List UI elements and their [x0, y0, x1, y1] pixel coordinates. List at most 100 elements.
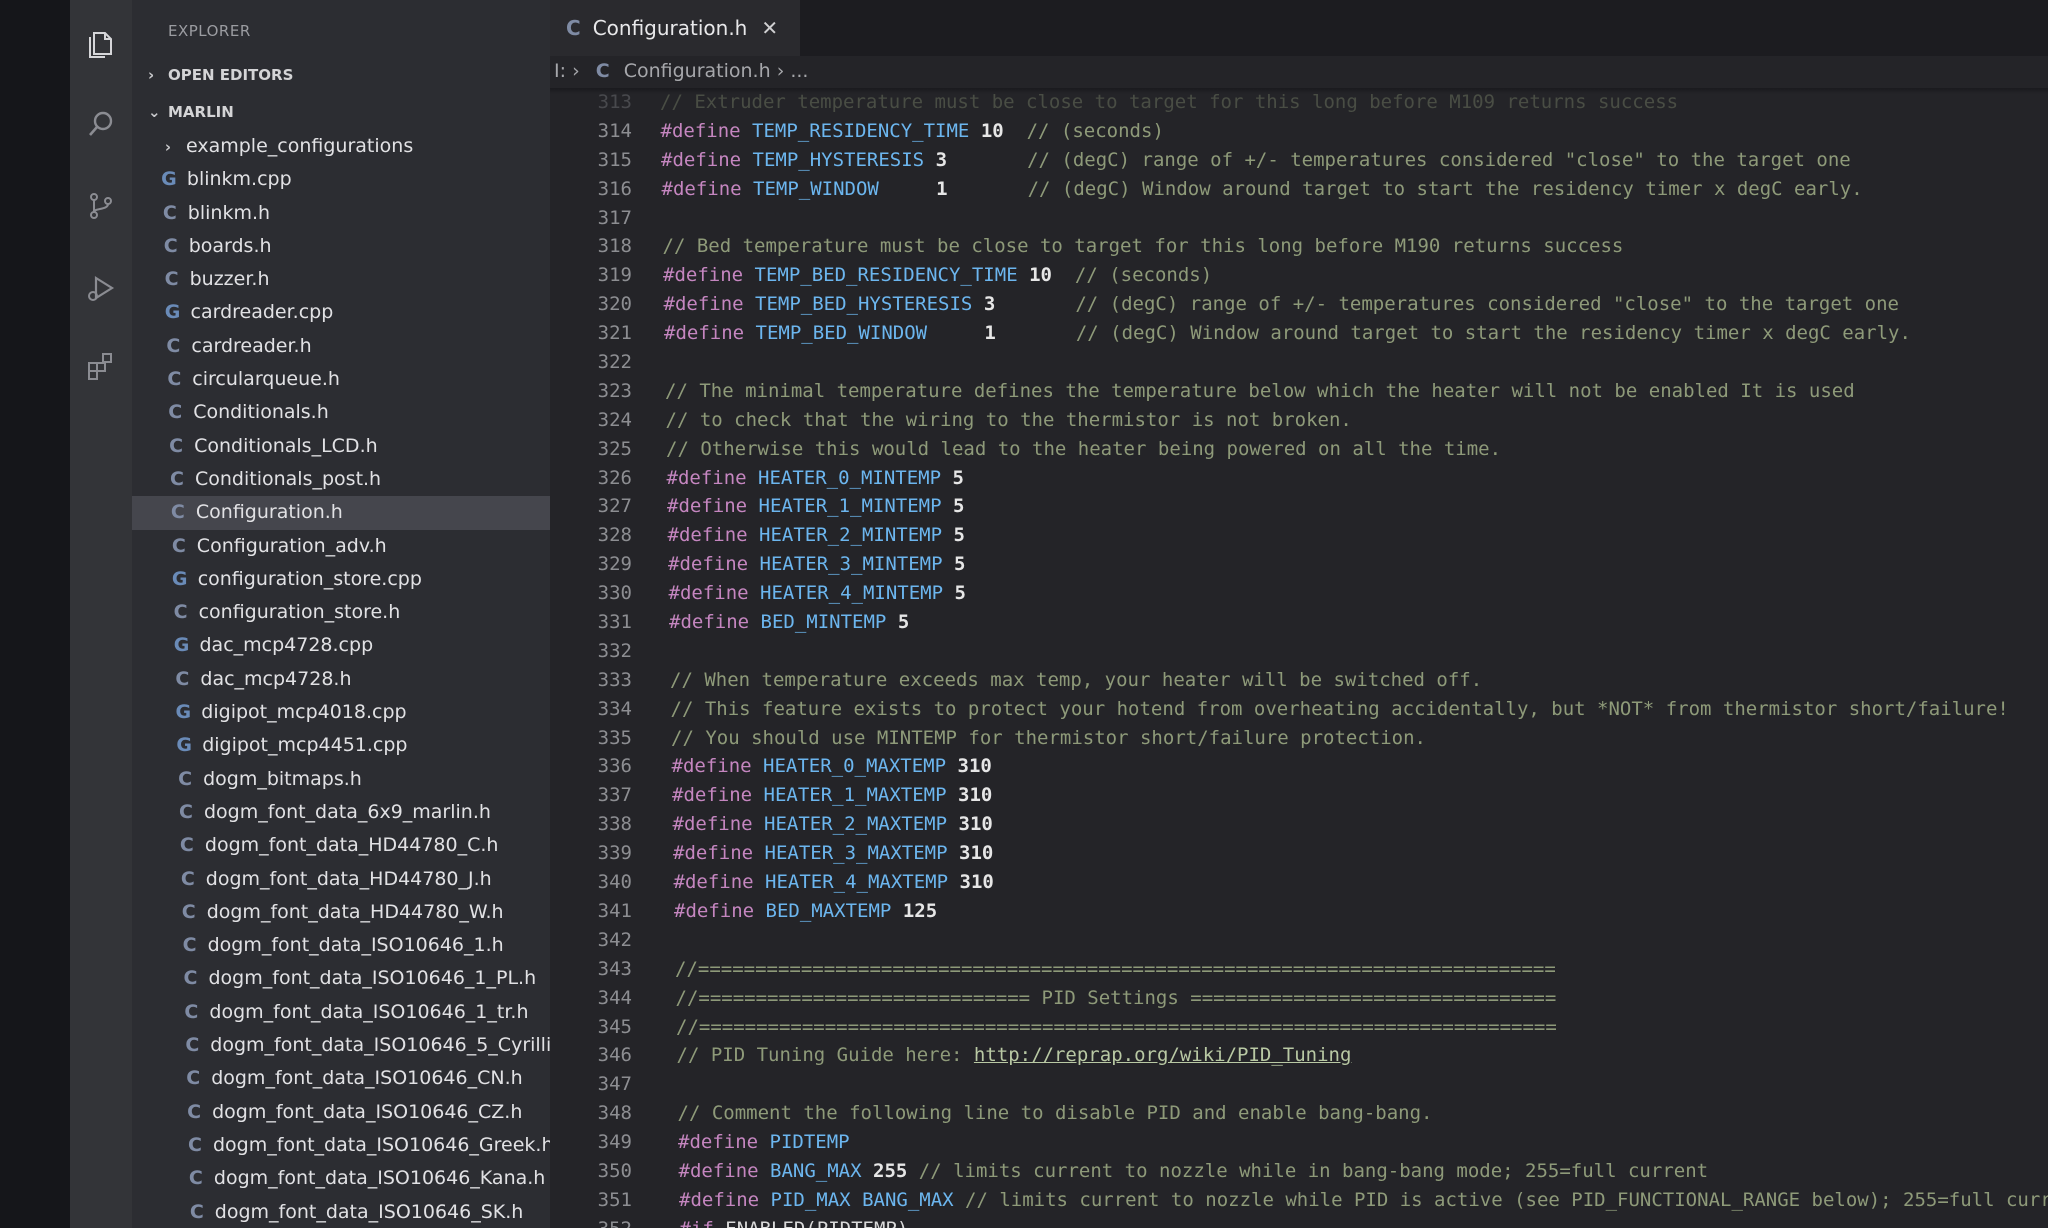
file-name: digipot_mcp4451.cpp	[202, 734, 408, 757]
line-number: 328	[597, 524, 632, 547]
code-text: // When temperature exceeds max temp, yo…	[670, 669, 1482, 691]
file-name: dogm_font_data_ISO10646_CN.h	[211, 1067, 523, 1090]
code-token: 310	[958, 784, 993, 807]
file-item[interactable]: Cbuzzer.h	[132, 263, 550, 296]
code-token: #define	[674, 899, 755, 922]
code-line: 328 #define HEATER_2_MINTEMP 5	[550, 521, 2048, 550]
file-item[interactable]: Cdogm_font_data_ISO10646_Greek.h	[132, 1129, 550, 1162]
code-token: // (degC) Window around target to start …	[1075, 322, 1911, 345]
code-token: // Otherwise this would lead to the heat…	[666, 437, 1502, 460]
line-number: 325	[597, 437, 632, 460]
file-name: dogm_font_data_HD44780_J.h	[205, 867, 492, 890]
search-icon[interactable]	[85, 108, 117, 140]
line-number: 346	[597, 1044, 632, 1067]
file-item[interactable]: Gdigipot_mcp4018.cpp	[132, 696, 550, 729]
file-item[interactable]: Ccardreader.h	[132, 330, 550, 363]
marlin-folder-section[interactable]: ⌄ MARLIN	[148, 103, 234, 121]
file-item[interactable]: Cdogm_font_data_ISO10646_Kana.h	[132, 1162, 550, 1195]
breadcrumb-file[interactable]: Configuration.h	[624, 60, 771, 82]
file-item[interactable]: Cdogm_font_data_6x9_marlin.h	[132, 796, 550, 829]
file-name: Conditionals.h	[193, 401, 329, 424]
code-token: #define	[673, 842, 754, 865]
code-token: HEATER_1_MINTEMP	[758, 495, 942, 518]
code-text: #define HEATER_2_MINTEMP 5	[668, 524, 965, 546]
code-line: 345 //===================================…	[550, 1013, 2048, 1042]
file-item[interactable]: Cdogm_font_data_ISO10646_1_tr.h	[132, 996, 550, 1029]
pid-tuning-link[interactable]: http://reprap.org/wiki/PID_Tuning	[974, 1044, 1352, 1066]
editor-area: C Configuration.h ✕ I: › C Configuration…	[550, 0, 2048, 1228]
file-item[interactable]: Gblinkm.cpp	[132, 163, 550, 196]
chevron-right-icon: ›	[164, 138, 172, 156]
breadcrumb-root[interactable]: I:	[554, 60, 566, 82]
line-number: 322	[597, 351, 632, 374]
file-item[interactable]: Gdac_mcp4728.cpp	[132, 629, 550, 662]
file-item[interactable]: C Conditionals_LCD.h	[132, 430, 550, 463]
file-item[interactable]: Cdogm_font_data_ISO10646_1.h	[132, 929, 550, 962]
file-item[interactable]: Cdogm_font_data_ISO10646_CN.h	[132, 1062, 550, 1095]
file-name: example_configurations	[186, 135, 414, 157]
file-item[interactable]: Gconfiguration_store.cpp	[132, 563, 550, 596]
c-file-icon: C	[189, 1200, 204, 1223]
c-file-icon: C	[566, 16, 581, 40]
file-name: circularqueue.h	[192, 368, 340, 391]
file-item[interactable]: Cconfiguration_store.h	[132, 596, 550, 629]
code-line: 331 #define BED_MINTEMP 5	[550, 608, 2048, 637]
code-token: 1	[936, 177, 948, 200]
file-item[interactable]: C Configuration.h	[132, 496, 550, 530]
file-item[interactable]: Gdigipot_mcp4451.cpp	[132, 729, 550, 762]
file-item[interactable]: Ccircularqueue.h	[132, 363, 550, 396]
file-item[interactable]: Gcardreader.cpp	[132, 296, 550, 329]
file-item[interactable]: Cdogm_font_data_ISO10646_SK.h	[132, 1196, 550, 1228]
code-token: HEATER_4_MAXTEMP	[765, 871, 949, 894]
source-control-icon[interactable]	[85, 190, 117, 222]
tab-configuration-h[interactable]: C Configuration.h ✕	[550, 0, 801, 56]
line-number: 315	[597, 148, 632, 171]
code-token: HEATER_0_MAXTEMP	[763, 755, 947, 778]
file-item[interactable]: Cdogm_font_data_ISO10646_5_Cyrillic.h	[132, 1029, 550, 1062]
line-number: 329	[597, 553, 632, 576]
files-icon[interactable]	[85, 28, 117, 60]
open-editors-section[interactable]: › OPEN EDITORS	[148, 66, 293, 84]
file-item[interactable]: C Conditionals_post.h	[132, 463, 550, 496]
code-text: #define HEATER_1_MAXTEMP 310	[672, 784, 992, 806]
file-item[interactable]: Cdogm_font_data_ISO10646_CZ.h	[132, 1096, 550, 1129]
code-token: BED_MINTEMP	[760, 611, 887, 634]
file-item[interactable]: Cboards.h	[132, 230, 550, 263]
file-item[interactable]: Cdogm_font_data_HD44780_W.h	[132, 896, 550, 929]
file-item[interactable]: C Configuration_adv.h	[132, 530, 550, 563]
open-editors-label: OPEN EDITORS	[168, 66, 294, 84]
c-file-icon: C	[167, 368, 182, 391]
close-icon[interactable]: ✕	[761, 16, 778, 40]
extensions-icon[interactable]	[85, 350, 117, 382]
code-text: #define HEATER_1_MINTEMP 5	[667, 495, 964, 517]
file-item[interactable]: Cdogm_font_data_ISO10646_1_PL.h	[132, 962, 550, 995]
file-item[interactable]: Cblinkm.h	[132, 197, 550, 230]
code-token: 3	[983, 293, 996, 316]
code-token: #define	[678, 1131, 759, 1154]
file-item[interactable]: Cdogm_font_data_HD44780_J.h	[132, 863, 550, 896]
line-number: 340	[597, 871, 632, 894]
code-view[interactable]: 3 1 3 // Extruder temperature must be close…	[550, 88, 2048, 1228]
code-token: BANG_MAX	[862, 1188, 954, 1211]
file-item[interactable]: Cdogm_font_data_HD44780_C.h	[132, 829, 550, 862]
run-debug-icon[interactable]	[85, 272, 117, 304]
code-text: //============================= PID Sett…	[676, 987, 1557, 1009]
file-item[interactable]: C Conditionals.h	[132, 396, 550, 429]
line-number: 347	[597, 1073, 632, 1096]
file-item[interactable]: › example_configurations	[132, 130, 550, 163]
code-text: // Comment the following line to disable…	[678, 1102, 1433, 1124]
file-item[interactable]: Cdac_mcp4728.h	[132, 663, 550, 696]
file-item[interactable]: Cdogm_bitmaps.h	[132, 763, 550, 796]
breadcrumb-more[interactable]: ...	[790, 60, 808, 82]
code-text: // PID Tuning Guide here: http://reprap.…	[677, 1044, 1352, 1066]
code-token: //======================================…	[675, 957, 1556, 980]
